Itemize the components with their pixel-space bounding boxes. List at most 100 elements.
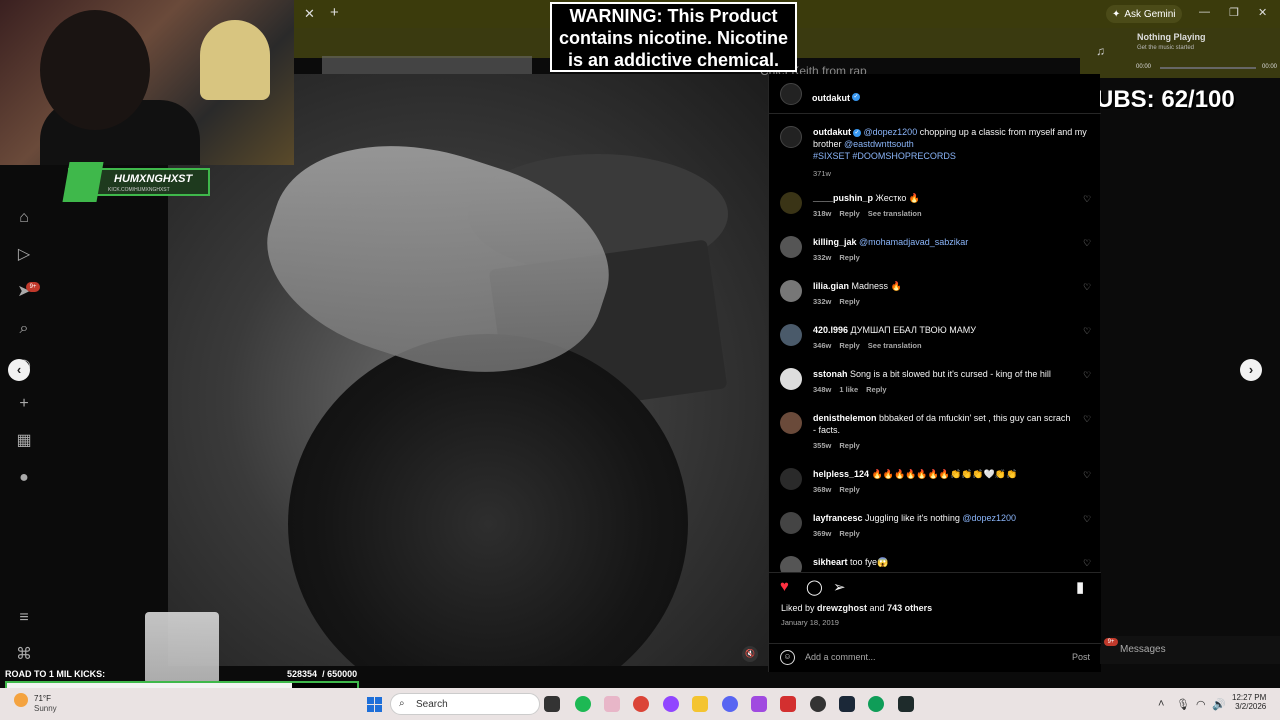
comment-avatar[interactable] xyxy=(780,368,802,390)
minimize-icon[interactable]: — xyxy=(1199,6,1210,18)
like-comment-icon[interactable]: ♡ xyxy=(1083,470,1091,481)
spotify-icon[interactable] xyxy=(575,696,591,712)
weather-condition[interactable]: Sunny xyxy=(34,704,57,713)
caption-author[interactable]: outdakut xyxy=(813,127,851,137)
tray-chevron-icon[interactable]: ˄ xyxy=(1158,698,1164,710)
more-icon[interactable]: ⌘ xyxy=(14,645,34,665)
file-explorer-icon[interactable] xyxy=(692,696,708,712)
reply-button[interactable]: Reply xyxy=(839,209,859,218)
chrome-icon[interactable] xyxy=(633,696,649,712)
dashboard-icon[interactable]: ▦ xyxy=(14,431,34,451)
close-tab-icon[interactable]: ✕ xyxy=(304,6,315,22)
comment-icon[interactable]: ◯ xyxy=(806,578,823,596)
like-comment-icon[interactable]: ♡ xyxy=(1083,238,1091,249)
profile-icon[interactable]: ● xyxy=(14,468,34,488)
verified-icon: ✓ xyxy=(852,92,860,101)
comment-avatar[interactable] xyxy=(780,192,802,214)
comment-avatar[interactable] xyxy=(780,324,802,346)
music-progress-bar[interactable] xyxy=(1160,67,1256,69)
itunes-icon[interactable] xyxy=(604,696,620,712)
volume-icon[interactable]: 🔊 xyxy=(1212,698,1226,711)
comment-avatar[interactable] xyxy=(780,280,802,302)
comment-user[interactable]: ____pushin_p xyxy=(813,193,873,203)
weather-sun-icon[interactable] xyxy=(14,693,28,707)
like-comment-icon[interactable]: ♡ xyxy=(1083,370,1091,381)
search-icon[interactable]: ⌕ xyxy=(14,319,34,339)
task-view-icon[interactable] xyxy=(544,696,560,712)
reply-button[interactable]: Reply xyxy=(839,529,859,538)
app-icon[interactable] xyxy=(751,696,767,712)
comment-user[interactable]: helpless_124 xyxy=(813,469,869,479)
comment-mention[interactable]: @mohamadjavad_sabzikar xyxy=(857,237,968,247)
reply-button[interactable]: Reply xyxy=(839,341,859,350)
like-heart-icon[interactable]: ♥ xyxy=(780,578,789,595)
taskbar-clock[interactable]: 12:27 PM 3/2/2026 xyxy=(1232,693,1266,711)
reply-button[interactable]: Reply xyxy=(839,485,859,494)
microphone-icon[interactable]: 🎙 xyxy=(1176,698,1190,711)
save-bookmark-icon[interactable]: ▮ xyxy=(1076,578,1084,596)
liked-by-user[interactable]: drewzghost xyxy=(817,603,867,613)
home-icon[interactable]: ⌂ xyxy=(14,208,34,228)
ask-gemini-button[interactable]: ✦ Ask Gemini xyxy=(1106,5,1182,23)
see-translation-link[interactable]: See translation xyxy=(868,209,922,218)
terminal-icon[interactable] xyxy=(898,696,914,712)
author-avatar[interactable] xyxy=(780,83,802,105)
like-comment-icon[interactable]: ♡ xyxy=(1083,558,1091,569)
previous-post-arrow[interactable]: ‹ xyxy=(8,359,30,381)
reply-button[interactable]: Reply xyxy=(839,297,859,306)
comment-user[interactable]: lilia.gian xyxy=(813,281,849,291)
twitch-icon[interactable] xyxy=(663,696,679,712)
start-windows-icon[interactable] xyxy=(367,697,382,712)
new-tab-icon[interactable]: + xyxy=(330,4,339,21)
like-comment-icon[interactable]: ♡ xyxy=(1083,282,1091,293)
comment-likes[interactable]: 1 like xyxy=(839,385,858,394)
comment-user[interactable]: denisthelemon xyxy=(813,413,877,423)
wifi-icon[interactable]: ◠ xyxy=(1196,698,1206,711)
reels-icon[interactable]: ▷ xyxy=(14,245,34,265)
caption-mention-1[interactable]: @dopez1200 xyxy=(864,127,918,137)
comment-avatar[interactable] xyxy=(780,468,802,490)
like-comment-icon[interactable]: ♡ xyxy=(1083,326,1091,337)
author-name[interactable]: outdakut xyxy=(812,93,850,103)
discord-icon[interactable] xyxy=(722,696,738,712)
reply-button[interactable]: Reply xyxy=(839,253,859,262)
comment-avatar[interactable] xyxy=(780,412,802,434)
comment-mention[interactable]: @dopez1200 xyxy=(962,513,1016,523)
mute-icon[interactable]: 🔇 xyxy=(742,646,758,662)
comment-avatar[interactable] xyxy=(780,236,802,258)
weather-temp[interactable]: 71°F xyxy=(34,694,51,703)
comment-avatar[interactable] xyxy=(780,512,802,534)
chrome-profile-icon[interactable] xyxy=(868,696,884,712)
comment-user[interactable]: sikheart xyxy=(813,557,848,567)
steam-icon[interactable] xyxy=(839,696,855,712)
close-window-icon[interactable]: ✕ xyxy=(1258,6,1267,19)
caption-mention-2[interactable]: @eastdwnttsouth xyxy=(844,139,914,149)
messages-button[interactable]: 9+ Messages xyxy=(1100,636,1280,664)
menu-icon[interactable]: ≡ xyxy=(14,608,34,628)
comment-user[interactable]: 420.l996 xyxy=(813,325,848,335)
obs-icon[interactable] xyxy=(810,696,826,712)
caption-hashtags[interactable]: #SIXSET #DOOMSHOPRECORDS xyxy=(813,151,956,161)
liked-by-others[interactable]: 743 others xyxy=(887,603,932,613)
create-icon[interactable]: + xyxy=(14,394,34,414)
reply-button[interactable]: Reply xyxy=(839,441,859,450)
comment-user[interactable]: sstonah xyxy=(813,369,848,379)
emoji-icon[interactable]: ☺ xyxy=(780,650,795,665)
app-red-icon[interactable] xyxy=(780,696,796,712)
comment-user[interactable]: killing_jak xyxy=(813,237,857,247)
post-comment-button[interactable]: Post xyxy=(1072,652,1090,662)
add-comment-input[interactable]: Add a comment... xyxy=(805,652,876,662)
comments-list[interactable]: ____pushin_p Жестко 🔥 318w Reply See trans… xyxy=(769,192,1101,572)
see-translation-link[interactable]: See translation xyxy=(868,341,922,350)
maximize-icon[interactable]: ❐ xyxy=(1229,6,1239,19)
reply-button[interactable]: Reply xyxy=(866,385,886,394)
like-comment-icon[interactable]: ♡ xyxy=(1083,194,1091,205)
comment-user[interactable]: layfrancesc xyxy=(813,513,863,523)
caption-avatar[interactable] xyxy=(780,126,802,148)
comment-avatar[interactable] xyxy=(780,556,802,572)
next-post-arrow[interactable]: › xyxy=(1240,359,1262,381)
like-comment-icon[interactable]: ♡ xyxy=(1083,514,1091,525)
taskbar-search[interactable]: ⌕ Search xyxy=(390,693,540,715)
share-icon[interactable]: ➢ xyxy=(833,578,846,596)
like-comment-icon[interactable]: ♡ xyxy=(1083,414,1091,425)
